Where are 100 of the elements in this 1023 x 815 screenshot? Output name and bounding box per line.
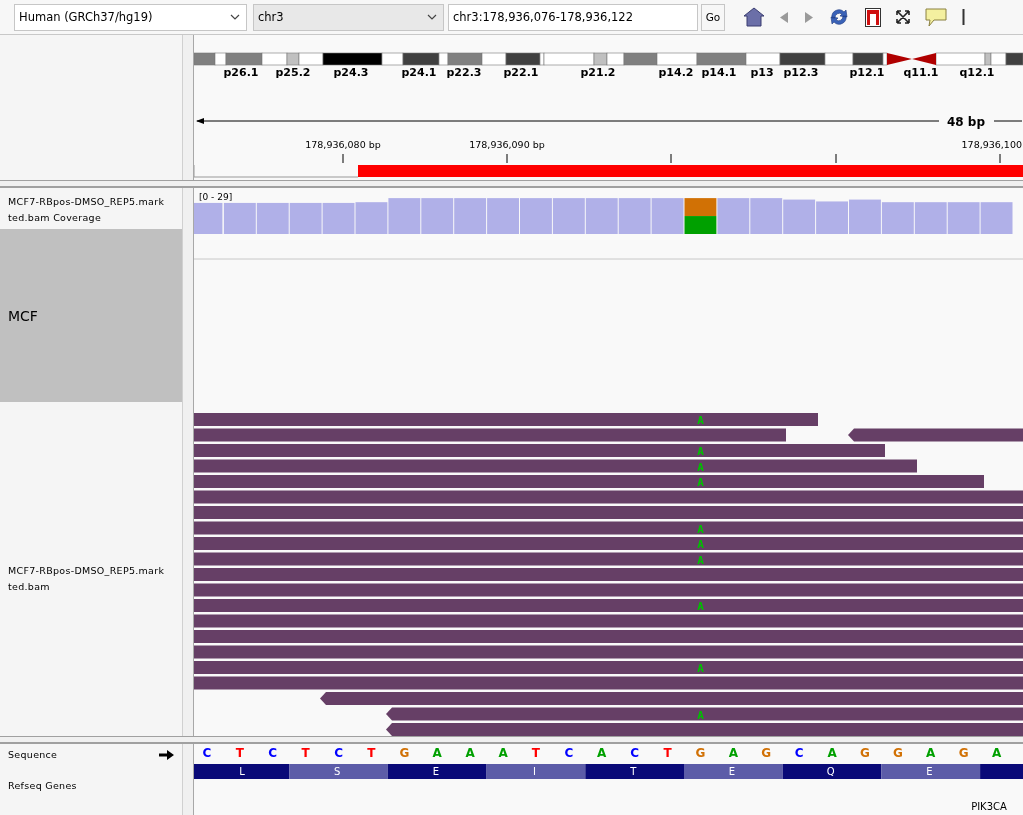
mismatch-base: A: [697, 553, 704, 567]
tick-label: 178,936,100: [961, 139, 1022, 150]
home-icon[interactable]: [743, 7, 765, 27]
coverage-bar[interactable]: [750, 198, 783, 234]
go-button[interactable]: Go: [701, 3, 725, 31]
coverage-bar[interactable]: [651, 198, 684, 234]
band-label: p14.1: [701, 66, 737, 79]
coverage-bar[interactable]: [914, 202, 947, 234]
amino-acid: E: [926, 766, 933, 777]
coverage-bar[interactable]: [849, 199, 881, 234]
sequence-base: A: [991, 746, 1002, 760]
read-bar[interactable]: [194, 521, 1023, 535]
coverage-bar[interactable]: [322, 202, 355, 234]
read-bar[interactable]: [194, 459, 917, 473]
coverage-bar[interactable]: [618, 198, 651, 234]
sequence-base: C: [202, 746, 212, 760]
chromosome-dropdown[interactable]: chr3: [253, 3, 444, 31]
amino-acid: Q: [826, 766, 835, 777]
sequence-base: C: [630, 746, 640, 760]
read-bar[interactable]: [194, 676, 1023, 690]
band-label: p22.1: [503, 66, 539, 79]
sequence-base: C: [794, 746, 804, 760]
coverage-bar[interactable]: [552, 198, 585, 234]
sequence-base: C: [334, 746, 343, 760]
coverage-bar[interactable]: [355, 202, 388, 234]
coverage-bar[interactable]: [421, 198, 454, 234]
sequence-base: T: [367, 746, 376, 760]
coverage-bar[interactable]: [520, 198, 552, 234]
speech-bubble-icon[interactable]: [925, 7, 947, 27]
divider-icon[interactable]: [962, 9, 965, 25]
read-bar[interactable]: [848, 428, 1023, 442]
coverage-bar[interactable]: [717, 198, 750, 234]
track-name[interactable]: Sequence: [8, 747, 58, 763]
read-bar[interactable]: [194, 428, 786, 442]
sequence-base: C: [564, 746, 574, 760]
coverage-bar[interactable]: [487, 198, 519, 234]
sequence-base: T: [301, 746, 310, 760]
band-label: q11.1: [903, 66, 939, 79]
mismatch-base: A: [697, 662, 704, 675]
track-name[interactable]: MCF7-RBpos-DMSO_REP5.mark ted.bam Coverage: [0, 188, 182, 229]
sequence-base: G: [761, 746, 772, 760]
read-bar[interactable]: [194, 583, 1023, 597]
genome-dropdown[interactable]: Human (GRCh37/hg19): [14, 3, 247, 31]
coverage-bar[interactable]: [980, 202, 1013, 234]
mismatch-base: A: [697, 414, 704, 427]
mismatch-base: A: [697, 476, 704, 489]
track-name-panel[interactable]: MCF: [0, 229, 182, 402]
tick-label: 178,936,080 bp: [305, 139, 381, 150]
band-label: p24.3: [333, 66, 369, 79]
coverage-bar[interactable]: [816, 201, 848, 234]
resize-icon[interactable]: [896, 10, 910, 24]
mismatch-base: A: [697, 460, 704, 474]
read-bar[interactable]: [194, 552, 1023, 566]
sequence-base: G: [695, 746, 706, 760]
sequence-base: A: [827, 746, 837, 760]
coverage-bar[interactable]: [223, 202, 256, 234]
sequence-base: A: [926, 746, 936, 760]
sequence-base: G: [399, 746, 410, 760]
coverage-bar[interactable]: [256, 202, 289, 234]
track-name[interactable]: Refseq Genes: [8, 778, 174, 794]
coverage-bar[interactable]: [881, 202, 914, 234]
amino-acid: E: [728, 766, 736, 777]
sequence-base: G: [958, 746, 969, 760]
track-name[interactable]: MCF7-RBpos-DMSO_REP5.mark ted.bam: [8, 563, 165, 595]
mismatch-base: A: [697, 445, 704, 458]
amino-acid: L: [239, 766, 245, 777]
band-label: p12.3: [783, 66, 819, 79]
coverage-bar[interactable]: [194, 202, 223, 234]
ideogram-drawing[interactable]: [194, 52, 1023, 66]
band-label: p12.1: [849, 66, 885, 79]
forward-icon[interactable]: [804, 11, 813, 23]
read-bar[interactable]: [386, 707, 1023, 721]
sequence-base: C: [268, 746, 278, 760]
locus-field[interactable]: chr3:178,936,076-178,936,122: [448, 3, 698, 31]
sequence-base: A: [498, 746, 508, 760]
gene-feature[interactable]: [194, 764, 1023, 779]
coverage-bar[interactable]: [454, 198, 487, 234]
coverage-bar[interactable]: [388, 198, 421, 234]
coverage-bar[interactable]: [947, 202, 980, 234]
span-label: 48 bp: [946, 115, 986, 129]
read-bar[interactable]: [194, 490, 1023, 504]
region-icon[interactable]: [865, 7, 881, 27]
sequence-base: A: [728, 746, 738, 760]
coverage-bar[interactable]: [783, 199, 816, 234]
strand-arrow-icon[interactable]: [159, 750, 174, 760]
sequence-base: T: [531, 746, 541, 760]
mismatch-base: A: [697, 708, 704, 722]
coverage-bar[interactable]: [684, 198, 717, 234]
coverage-bar[interactable]: [585, 198, 618, 234]
read-bar[interactable]: [194, 645, 1023, 659]
refresh-icon[interactable]: [828, 7, 850, 27]
read-bar[interactable]: [194, 614, 1023, 628]
band-label: p25.2: [275, 66, 311, 79]
region-bar[interactable]: [358, 165, 1023, 177]
sequence-base: G: [860, 746, 870, 760]
band-label: p26.1: [223, 66, 259, 79]
coverage-bar[interactable]: [289, 202, 322, 234]
chevron-icon: [427, 14, 437, 20]
back-icon[interactable]: [780, 11, 789, 23]
sequence-base: A: [432, 746, 442, 760]
